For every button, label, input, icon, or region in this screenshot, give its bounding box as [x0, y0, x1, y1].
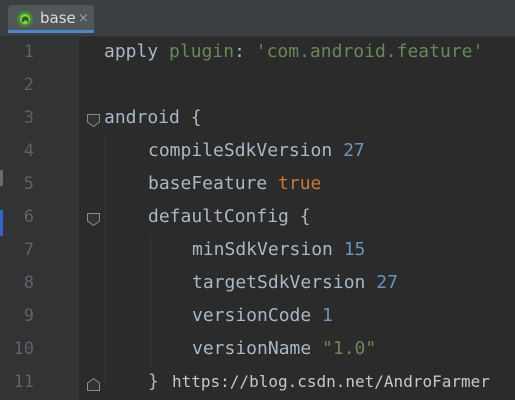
- line-number: 1: [23, 42, 34, 62]
- line-number: 5: [23, 174, 34, 194]
- editor-window: base × 1 apply plugin: 'com.android.featu…: [0, 0, 515, 400]
- code-text: defaultConfig {: [148, 206, 311, 227]
- code-line[interactable]: 4 compileSdkVersion 27: [0, 136, 515, 169]
- code-token-plain: baseFeature: [148, 173, 279, 194]
- code-token-string: "1.0": [322, 338, 377, 359]
- code-text: versionCode 1: [192, 305, 333, 326]
- code-token-plain: targetSdkVersion: [192, 272, 377, 293]
- line-number: 7: [23, 240, 34, 260]
- line-number: 6: [23, 207, 34, 227]
- code-token-plain: android {: [104, 107, 202, 128]
- line-number: 8: [23, 273, 34, 293]
- code-token-plain: defaultConfig {: [148, 206, 311, 227]
- close-icon[interactable]: ×: [78, 11, 89, 26]
- code-text: baseFeature true: [148, 173, 321, 194]
- code-token-number: 27: [343, 140, 365, 161]
- code-token-boolean: true: [278, 173, 322, 194]
- code-text: minSdkVersion 15: [192, 239, 365, 260]
- fold-marker-icon[interactable]: [86, 212, 101, 227]
- code-line[interactable]: 2: [0, 70, 515, 103]
- code-token-plain: :: [234, 41, 256, 62]
- gradle-elephant-icon: [17, 11, 33, 27]
- fold-marker-icon[interactable]: [86, 377, 101, 392]
- code-line[interactable]: 3 android {: [0, 103, 515, 136]
- code-line[interactable]: 8 targetSdkVersion 27: [0, 268, 515, 301]
- code-text: }: [148, 371, 159, 392]
- code-token-number: 27: [376, 272, 398, 293]
- code-line[interactable]: 6 defaultConfig {: [0, 202, 515, 235]
- code-token-plain: versionCode: [192, 305, 323, 326]
- watermark-text: https://blog.csdn.net/AndroFarmer: [172, 372, 490, 391]
- line-number: 11: [13, 372, 34, 392]
- code-token-plain: }: [148, 371, 159, 392]
- active-tab-indicator: [8, 30, 94, 33]
- code-line[interactable]: 9 versionCode 1: [0, 301, 515, 334]
- tab-label: base: [40, 9, 76, 27]
- line-number: 4: [23, 141, 34, 161]
- code-line[interactable]: 10 versionName "1.0": [0, 334, 515, 367]
- line-number: 10: [13, 339, 34, 359]
- code-token-string: 'com.android.feature': [255, 41, 484, 62]
- code-text: android {: [104, 107, 202, 128]
- code-token-number: 1: [322, 305, 333, 326]
- fold-marker-icon[interactable]: [86, 113, 101, 128]
- code-token-plain: apply: [104, 41, 170, 62]
- line-number: 2: [23, 75, 34, 95]
- code-text: apply plugin: 'com.android.feature': [104, 41, 483, 62]
- code-token-number: 15: [343, 239, 366, 260]
- code-text: compileSdkVersion 27: [148, 140, 365, 161]
- code-line[interactable]: 7 minSdkVersion 15: [0, 235, 515, 268]
- editor-tab-bar: base ×: [0, 0, 515, 37]
- code-line[interactable]: 1 apply plugin: 'com.android.feature': [0, 37, 515, 70]
- tab-base[interactable]: base ×: [8, 5, 94, 33]
- code-text: targetSdkVersion 27: [192, 272, 398, 293]
- code-token-plain: minSdkVersion: [192, 239, 344, 260]
- line-number: 3: [23, 108, 34, 128]
- line-number: 9: [23, 306, 34, 326]
- code-token-plain: compileSdkVersion: [148, 140, 344, 161]
- code-line[interactable]: 5 baseFeature true: [0, 169, 515, 202]
- code-token-plain: versionName: [192, 338, 323, 359]
- code-text: versionName "1.0": [192, 338, 376, 359]
- code-token-plugin: plugin: [169, 41, 235, 62]
